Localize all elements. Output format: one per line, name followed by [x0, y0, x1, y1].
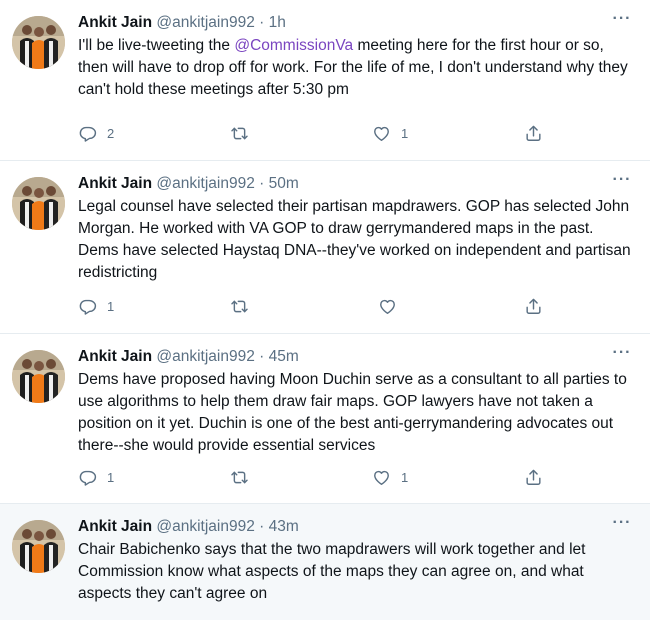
tweet-highlighted[interactable]: Ankit Jain @ankitjain992 · 43m ··· Chair… [0, 504, 650, 620]
retweet-icon [230, 124, 249, 143]
tweet-timestamp[interactable]: 43m [269, 518, 299, 535]
reply-count: 2 [107, 125, 115, 141]
tweet-text: Chair Babichenko says that the two mapdr… [78, 541, 586, 602]
reply-icon [78, 124, 97, 143]
author-name[interactable]: Ankit Jain [78, 14, 152, 31]
mention-link[interactable]: @CommissionVa [234, 37, 353, 54]
separator-dot: · [259, 175, 265, 192]
share-icon [524, 124, 543, 143]
author-handle[interactable]: @ankitjain992 [156, 518, 254, 535]
share-button[interactable] [524, 466, 543, 488]
reply-icon [78, 468, 97, 487]
reply-button[interactable]: 2 [78, 122, 114, 144]
reply-count: 1 [107, 469, 115, 485]
tweet-actions: 1 1 [78, 466, 558, 488]
more-options-icon[interactable]: ··· [610, 345, 634, 366]
tweet-timestamp[interactable]: 45m [269, 348, 299, 365]
tweet-header: Ankit Jain @ankitjain992 · 43m [78, 516, 636, 538]
author-name[interactable]: Ankit Jain [78, 518, 152, 535]
author-handle[interactable]: @ankitjain992 [156, 14, 254, 31]
tweet-timestamp[interactable]: 50m [269, 175, 299, 192]
avatar[interactable] [12, 350, 65, 403]
tweet-actions: 1 [78, 295, 558, 317]
share-button[interactable] [524, 122, 543, 144]
like-button[interactable] [378, 295, 397, 317]
tweet[interactable]: Ankit Jain @ankitjain992 · 50m ··· Legal… [0, 161, 650, 334]
tweet-actions: 2 1 [78, 122, 558, 144]
tweet-text: Legal counsel have selected their partis… [78, 198, 631, 281]
tweet-text: Dems have proposed having Moon Duchin se… [78, 371, 627, 454]
tweet-header: Ankit Jain @ankitjain992 · 50m [78, 173, 636, 195]
retweet-button[interactable] [230, 466, 249, 488]
tweet-header: Ankit Jain @ankitjain992 · 1h [78, 12, 636, 34]
like-icon [372, 468, 391, 487]
share-button[interactable] [524, 295, 543, 317]
like-icon [378, 297, 397, 316]
like-count: 1 [401, 469, 409, 485]
separator-dot: · [259, 348, 265, 365]
like-button[interactable]: 1 [372, 466, 408, 488]
like-button[interactable]: 1 [372, 122, 408, 144]
author-handle[interactable]: @ankitjain992 [156, 348, 254, 365]
more-options-icon[interactable]: ··· [610, 515, 634, 536]
retweet-button[interactable] [230, 122, 249, 144]
reply-button[interactable]: 1 [78, 295, 114, 317]
retweet-icon [230, 297, 249, 316]
tweet-text-part: I'll be live-tweeting the [78, 37, 235, 54]
like-count: 1 [401, 125, 409, 141]
tweet[interactable]: Ankit Jain @ankitjain992 · 45m ··· Dems … [0, 334, 650, 504]
more-options-icon[interactable]: ··· [610, 11, 634, 32]
tweet[interactable]: Ankit Jain @ankitjain992 · 1h ··· I'll b… [0, 0, 650, 161]
separator-dot: · [259, 14, 265, 31]
reply-button[interactable]: 1 [78, 466, 114, 488]
tweet-text: I'll be live-tweeting the @CommissionVa … [78, 35, 636, 101]
share-icon [524, 297, 543, 316]
author-name[interactable]: Ankit Jain [78, 175, 152, 192]
avatar[interactable] [12, 520, 65, 573]
tweet-header: Ankit Jain @ankitjain992 · 45m [78, 346, 636, 368]
like-icon [372, 124, 391, 143]
avatar[interactable] [12, 16, 65, 69]
more-options-icon[interactable]: ··· [610, 172, 634, 193]
tweet-timestamp[interactable]: 1h [269, 14, 286, 31]
retweet-icon [230, 468, 249, 487]
author-handle[interactable]: @ankitjain992 [156, 175, 254, 192]
tweet-thread: Ankit Jain @ankitjain992 · 1h ··· I'll b… [0, 0, 650, 620]
avatar[interactable] [12, 177, 65, 230]
author-name[interactable]: Ankit Jain [78, 348, 152, 365]
retweet-button[interactable] [230, 295, 249, 317]
separator-dot: · [259, 518, 265, 535]
reply-icon [78, 297, 97, 316]
reply-count: 1 [107, 298, 115, 314]
share-icon [524, 468, 543, 487]
